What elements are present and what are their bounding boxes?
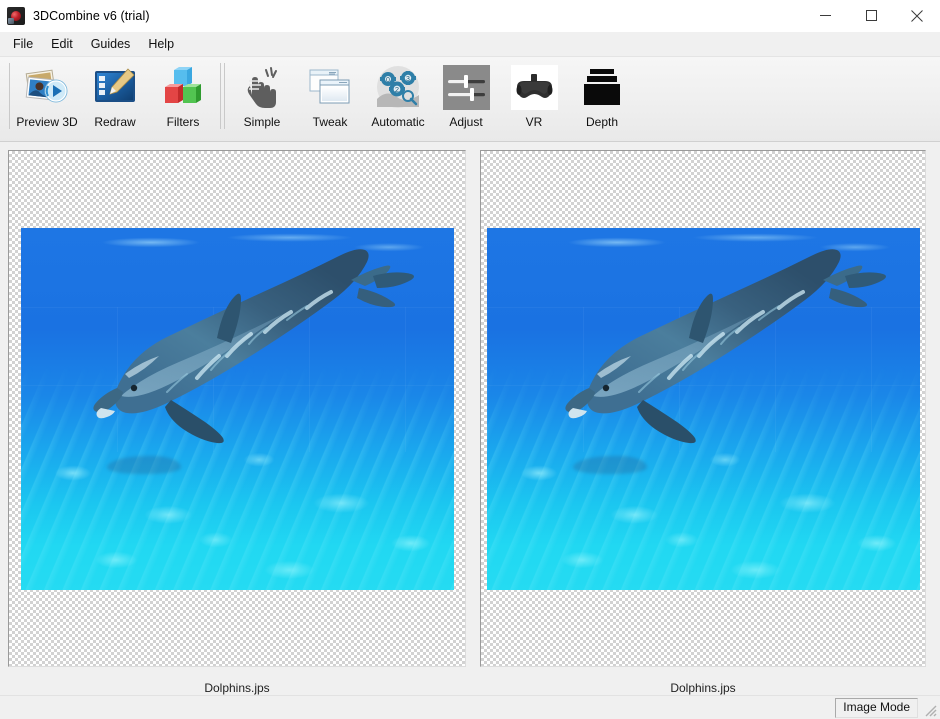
toolbar-label-adjust: Adjust — [449, 115, 483, 129]
right-image-panel[interactable] — [480, 150, 926, 667]
menu-item-file[interactable]: File — [4, 34, 42, 55]
window-title: 3DCombine v6 (trial) — [33, 8, 150, 23]
minimize-button[interactable] — [802, 0, 848, 31]
maximize-button[interactable] — [848, 0, 894, 31]
dolphin-subject — [564, 248, 886, 443]
resize-grip-icon[interactable] — [922, 702, 938, 718]
toolbar-label-depth: Depth — [585, 115, 619, 129]
toolbar: Preview 3D Redraw Filters Simple Tweak 0… — [0, 57, 940, 142]
toolbar-label-simple: Simple — [243, 115, 281, 129]
left-panel-caption: Dolphins.jps — [204, 681, 270, 695]
menu-item-guides[interactable]: Guides — [82, 34, 140, 55]
menu-item-edit[interactable]: Edit — [42, 34, 82, 55]
toolbar-label-redraw: Redraw — [94, 115, 136, 129]
toolbar-button-tweak[interactable]: Tweak — [296, 60, 364, 136]
toolbar-button-automatic[interactable]: 0 2 3 Automatic — [364, 60, 432, 136]
app-logo-icon — [7, 6, 25, 25]
sliders-icon — [440, 63, 492, 111]
left-dolphin-photo — [20, 227, 454, 590]
toolbar-button-vr[interactable]: VR — [500, 60, 568, 136]
left-panel-column: Dolphins.jps — [8, 150, 466, 695]
svg-text:0: 0 — [386, 77, 390, 84]
toolbar-separator-a — [220, 63, 221, 129]
toolbar-separator-b — [224, 63, 225, 129]
menu-item-help[interactable]: Help — [139, 34, 183, 55]
preview-3d-icon — [21, 63, 73, 111]
menubar: File Edit Guides Help — [0, 32, 940, 57]
filters-icon — [157, 63, 209, 111]
toolbar-button-adjust[interactable]: Adjust — [432, 60, 500, 136]
right-panel-column: Dolphins.jps — [480, 150, 926, 695]
svg-text:3: 3 — [406, 76, 410, 83]
toolbar-separator-start — [9, 63, 10, 129]
toolbar-button-redraw[interactable]: Redraw — [81, 60, 149, 136]
depth-layers-icon — [576, 63, 628, 111]
left-image-panel[interactable] — [8, 150, 466, 667]
dolphin-subject — [92, 248, 414, 443]
titlebar: 3DCombine v6 (trial) — [0, 0, 940, 32]
window-controls — [802, 0, 940, 31]
toolbar-label-vr: VR — [525, 115, 543, 129]
right-dolphin-photo — [486, 227, 920, 590]
maximize-icon — [865, 10, 877, 21]
vr-headset-icon — [508, 63, 560, 111]
right-panel-caption: Dolphins.jps — [670, 681, 736, 695]
toolbar-label-tweak: Tweak — [312, 115, 348, 129]
windows-stack-icon — [304, 63, 356, 111]
toolbar-label-automatic: Automatic — [371, 115, 425, 129]
toolbar-button-simple[interactable]: Simple — [228, 60, 296, 136]
statusbar: Image Mode — [0, 695, 940, 719]
hand-click-icon — [236, 63, 288, 111]
toolbar-button-preview-3d[interactable]: Preview 3D — [13, 60, 81, 136]
close-icon — [911, 9, 923, 22]
toolbar-label-filters: Filters — [166, 115, 200, 129]
app-window: 3DCombine v6 (trial) File Edit Guides He… — [0, 0, 940, 719]
toolbar-label-preview-3d: Preview 3D — [16, 115, 78, 129]
svg-text:2: 2 — [395, 85, 399, 94]
toolbar-button-filters[interactable]: Filters — [149, 60, 217, 136]
status-mode-panel[interactable]: Image Mode — [835, 697, 918, 718]
toolbar-button-depth[interactable]: Depth — [568, 60, 636, 136]
gears-123-icon: 0 2 3 — [372, 63, 424, 111]
image-workarea: Dolphins.jps Dolphins.jps — [0, 142, 940, 695]
minimize-icon — [819, 15, 831, 16]
close-button[interactable] — [894, 0, 940, 31]
redraw-icon — [89, 63, 141, 111]
